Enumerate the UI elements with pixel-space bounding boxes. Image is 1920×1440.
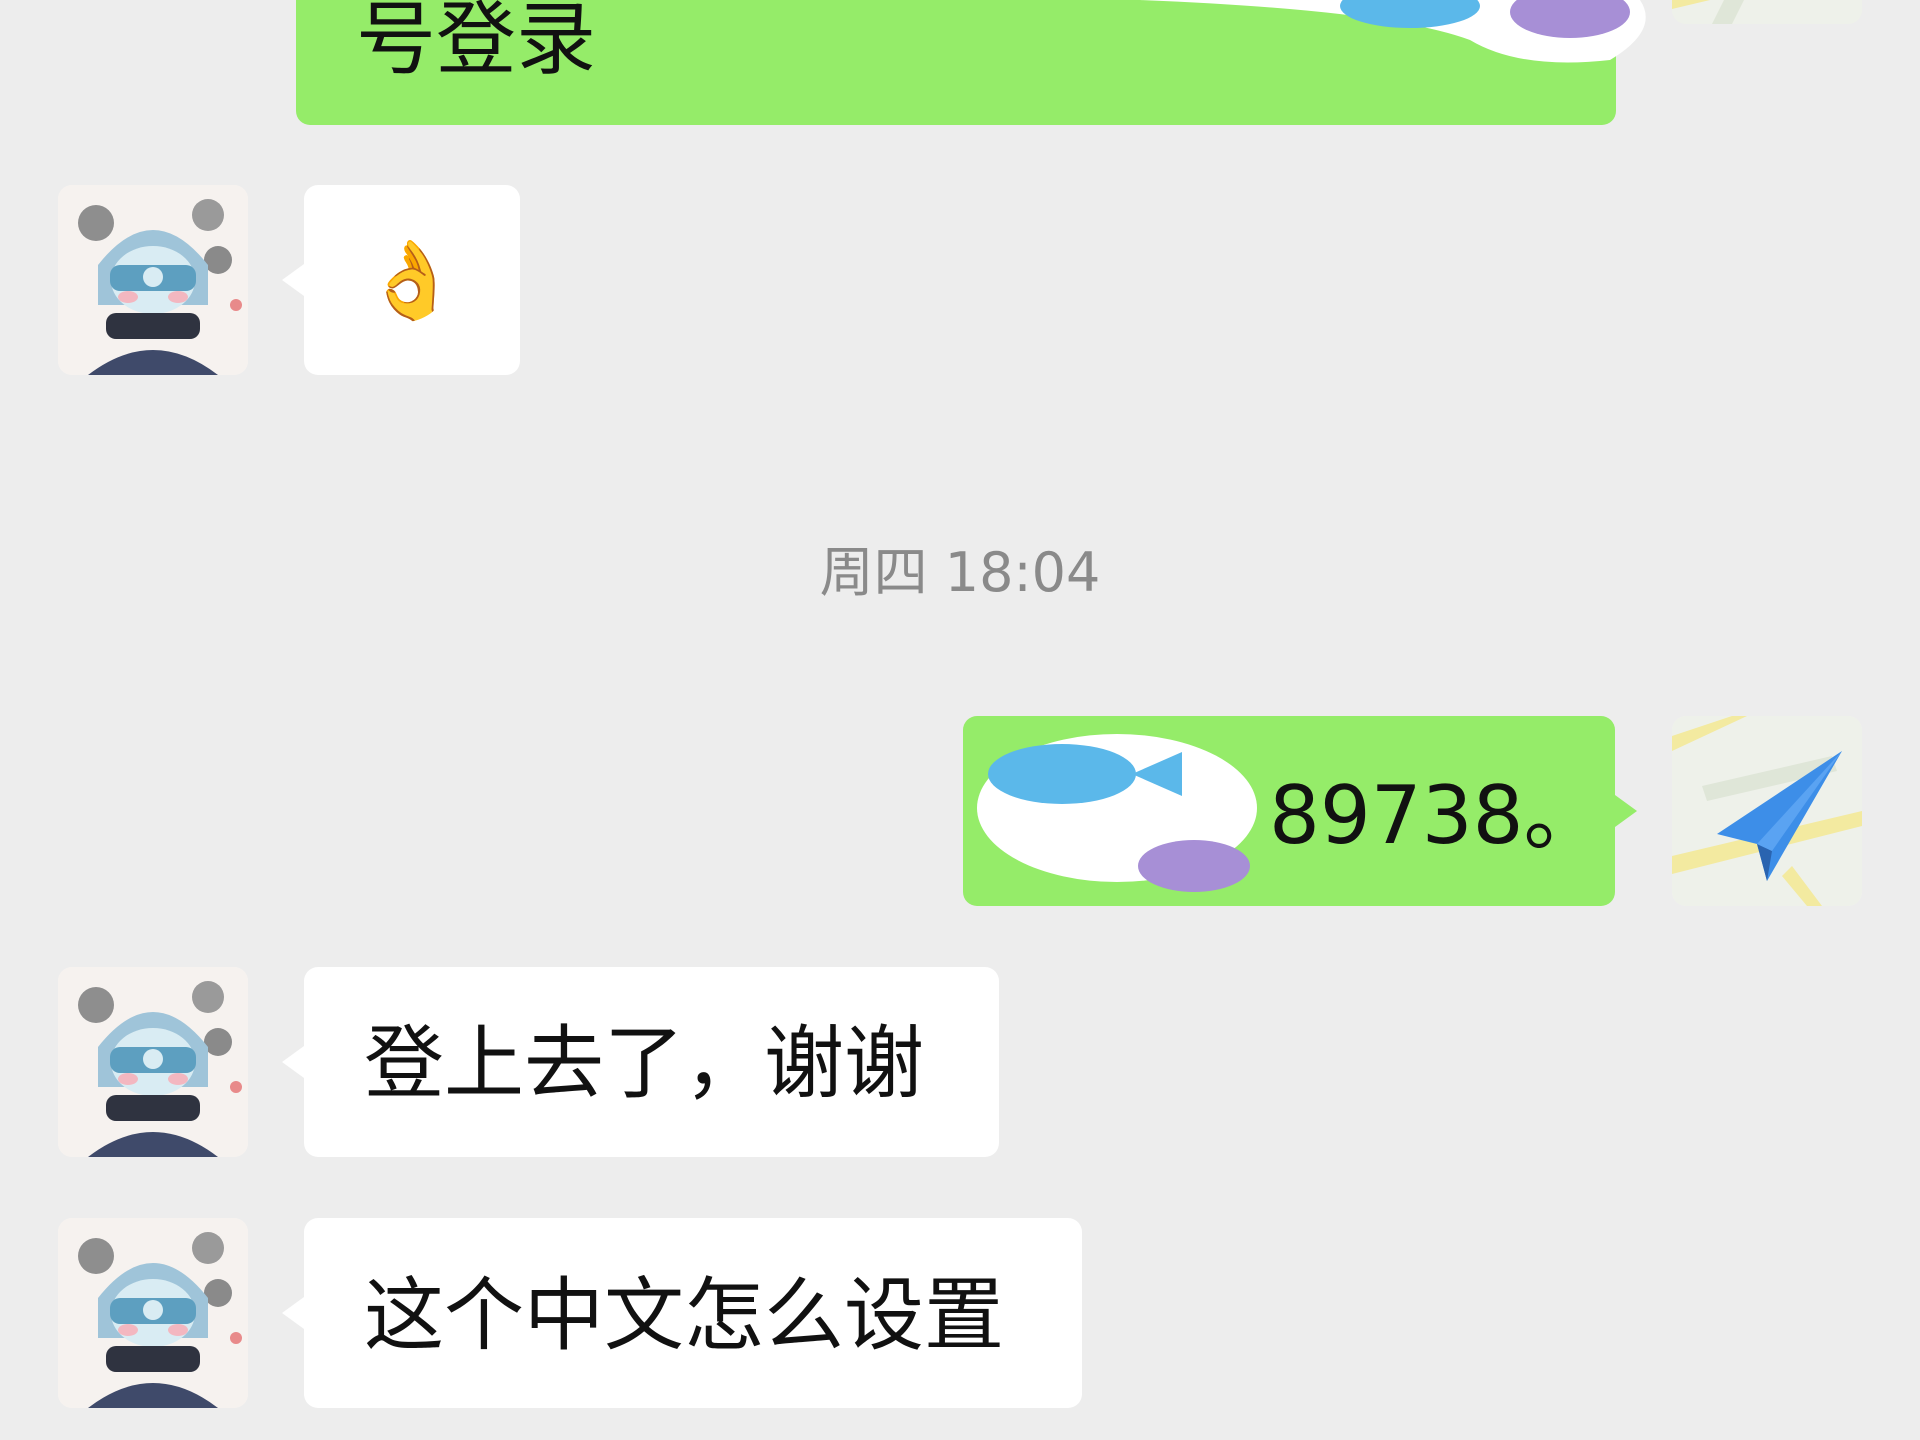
contact-avatar[interactable] [58,1218,248,1408]
chat-timestamp: 周四 18:04 [819,541,1101,604]
paper-plane-map-icon [1672,0,1862,24]
paper-plane-map-icon [1672,716,1862,906]
message-text: 号登录 [356,0,596,86]
self-avatar[interactable] [1672,716,1862,906]
redaction-scribble [977,734,1257,892]
message-text: 89738。 [1269,769,1604,862]
incoming-message-bubble[interactable]: 登上去了，谢谢 [304,967,999,1157]
ok-hand-emoji: 👌 [364,235,459,324]
contact-avatar[interactable] [58,967,248,1157]
self-avatar[interactable] [1672,0,1862,24]
anime-character-avatar [58,967,248,1157]
incoming-message-bubble[interactable]: 👌 [304,185,520,375]
contact-avatar[interactable] [58,185,248,375]
message-text: 这个中文怎么设置 [364,1269,1004,1362]
anime-character-avatar [58,185,248,375]
incoming-message-bubble[interactable]: 这个中文怎么设置 [304,1218,1082,1408]
anime-character-avatar [58,1218,248,1408]
message-text: 登上去了，谢谢 [364,1017,924,1110]
redaction-scribble [1140,0,1646,63]
